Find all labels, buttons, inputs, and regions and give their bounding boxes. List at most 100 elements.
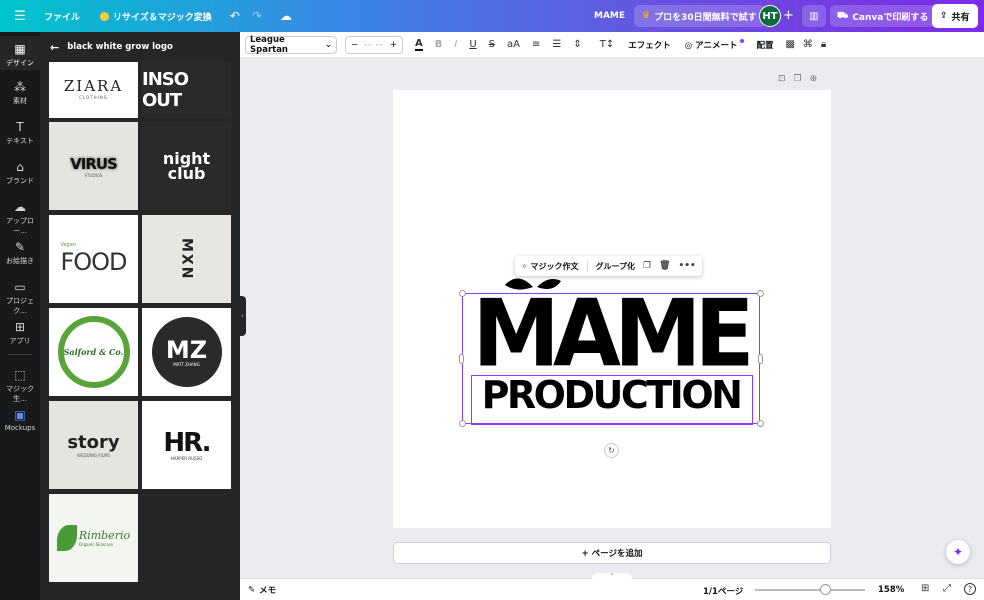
resize-magic-button[interactable]: リサイズ＆マジック変換 bbox=[100, 10, 212, 23]
upload-icon: ☁ bbox=[14, 200, 26, 214]
tile-title: HR. bbox=[163, 427, 211, 458]
left-rail: ▦ デザイン ⁂ 素材 T テキスト ⌂ ブランド ☁ アップロー... ✎ お… bbox=[0, 32, 40, 600]
avatar[interactable]: HT bbox=[759, 5, 781, 27]
rail-item-projects[interactable]: ▭ プロジェク... bbox=[0, 280, 40, 316]
size-decrease-button[interactable]: − bbox=[351, 40, 358, 50]
template-tile[interactable]: Vegan FOOD bbox=[49, 215, 138, 303]
magic-write-button[interactable]: ✧ マジック作文 bbox=[521, 261, 579, 272]
zoom-slider[interactable] bbox=[755, 589, 865, 591]
resize-handle[interactable] bbox=[459, 290, 466, 297]
position-button[interactable]: 配置 bbox=[756, 39, 773, 51]
template-tile[interactable]: VIRUS STUDIOS bbox=[49, 122, 138, 210]
case-icon[interactable]: aA bbox=[507, 39, 520, 50]
tile-subtitle: STUDIOS bbox=[84, 172, 103, 178]
panel-header: ← black white grow logo bbox=[40, 32, 240, 62]
more-icon[interactable]: ••• bbox=[679, 261, 696, 271]
rail-item-elements[interactable]: ⁂ 素材 bbox=[0, 80, 40, 106]
rail-item-design[interactable]: ▦ デザイン bbox=[0, 36, 40, 70]
trial-label: プロを30日間無料で試す bbox=[654, 12, 757, 23]
align-icon[interactable]: ≡ bbox=[532, 39, 540, 50]
notes-button[interactable]: ✎ メモ bbox=[248, 584, 276, 596]
rail-label: テキスト bbox=[6, 137, 34, 145]
context-toolbar: ✧ マジック作文 グループ化 ❐ 🗑︎ ••• bbox=[515, 256, 702, 276]
lock-icon[interactable]: 🔒︎ bbox=[821, 39, 826, 50]
size-increase-button[interactable]: + bbox=[390, 40, 397, 50]
show-pages-handle[interactable]: ⌃ bbox=[592, 573, 632, 581]
logo-title[interactable]: MAME bbox=[472, 287, 754, 379]
rail-item-apps[interactable]: ⊞ アプリ bbox=[0, 320, 40, 346]
logo-subtitle[interactable]: PRODUCTION bbox=[472, 376, 750, 414]
font-size-stepper[interactable]: − -- -- + bbox=[345, 35, 403, 54]
page-indicator[interactable]: 1/1ページ bbox=[703, 585, 743, 597]
template-tile[interactable]: MZ MATT ZHANG bbox=[142, 308, 231, 396]
share-button[interactable]: ⇪ 共有 bbox=[932, 4, 978, 28]
template-tile[interactable]: HR. HARPER RUSSO bbox=[142, 401, 231, 489]
resize-handle[interactable] bbox=[758, 354, 763, 364]
print-button[interactable]: ⛟ Canvaで印刷する bbox=[830, 5, 936, 27]
transparency-icon[interactable]: ▩ bbox=[785, 39, 794, 50]
resize-handle[interactable] bbox=[757, 290, 764, 297]
zoom-slider-thumb[interactable] bbox=[820, 584, 832, 595]
italic-icon[interactable]: I bbox=[454, 39, 457, 50]
add-page-button[interactable]: + ページを追加 bbox=[393, 542, 831, 564]
resize-label: リサイズ＆マジック変換 bbox=[113, 12, 212, 23]
rail-item-draw[interactable]: ✎ お絵描き bbox=[0, 240, 40, 266]
animate-icon: ◎ bbox=[684, 40, 693, 51]
template-tile[interactable]: INSO OUT bbox=[142, 62, 231, 118]
template-tile[interactable]: ZIARA CLOTHING bbox=[49, 62, 138, 118]
rail-item-text[interactable]: T テキスト bbox=[0, 120, 40, 146]
collapse-panel-handle[interactable]: ‹ bbox=[239, 296, 246, 336]
back-arrow-icon[interactable]: ← bbox=[50, 41, 59, 54]
rail-item-brand[interactable]: ⌂ ブランド bbox=[0, 160, 40, 186]
font-size-value[interactable]: -- -- bbox=[364, 40, 384, 50]
group-button[interactable]: グループ化 bbox=[596, 261, 636, 272]
duplicate-icon[interactable]: ❐ bbox=[643, 261, 651, 271]
magic-media-icon: ⬚ bbox=[14, 368, 26, 382]
new-badge bbox=[740, 38, 745, 43]
help-icon[interactable]: ? bbox=[964, 583, 976, 595]
file-menu[interactable]: ファイル bbox=[44, 10, 80, 23]
undo-icon[interactable]: ↶ bbox=[230, 9, 240, 23]
rail-item-mockups[interactable]: ▣ Mockups bbox=[0, 408, 40, 432]
font-family-select[interactable]: League Spartan ⌄ bbox=[245, 35, 337, 55]
text-icon: T bbox=[16, 120, 24, 134]
resize-handle[interactable] bbox=[459, 354, 464, 364]
rail-item-uploads[interactable]: ☁ アップロー... bbox=[0, 200, 40, 236]
duplicate-page-icon[interactable]: ❐ bbox=[794, 74, 802, 84]
document-title[interactable]: MAME bbox=[594, 11, 625, 21]
trash-icon[interactable]: 🗑︎ bbox=[659, 261, 670, 271]
list-icon[interactable]: ☰ bbox=[552, 39, 561, 50]
resize-handle[interactable] bbox=[757, 420, 764, 427]
redo-icon[interactable]: ↷ bbox=[252, 9, 262, 23]
magic-write-label: マジック作文 bbox=[530, 261, 579, 271]
fullscreen-icon[interactable]: ⤢ bbox=[943, 583, 951, 594]
text-color-icon[interactable]: A bbox=[415, 38, 423, 51]
template-tile[interactable]: story WEDDING FILMS bbox=[49, 401, 138, 489]
rotate-icon[interactable]: ↻ bbox=[604, 443, 619, 458]
rail-item-magic-media[interactable]: ⬚ マジック生... bbox=[0, 368, 40, 404]
bold-icon[interactable]: B bbox=[435, 39, 443, 50]
hamburger-icon[interactable]: ☰ bbox=[0, 9, 40, 24]
insights-icon[interactable]: ▥ bbox=[802, 5, 826, 27]
add-collaborator-icon[interactable]: + bbox=[783, 8, 794, 23]
resize-handle[interactable] bbox=[459, 420, 466, 427]
add-page-icon[interactable]: ⊕ bbox=[810, 74, 818, 84]
effects-button[interactable]: エフェクト bbox=[628, 39, 671, 51]
strikethrough-icon[interactable]: S bbox=[489, 39, 495, 50]
animate-button[interactable]: ◎ アニメート bbox=[684, 38, 745, 51]
template-tile[interactable]: night club bbox=[142, 122, 231, 210]
paint-format-icon[interactable]: ⌘ bbox=[803, 39, 813, 50]
cloud-save-icon[interactable]: ☁ bbox=[280, 9, 292, 23]
spacing-icon[interactable]: ⇕ bbox=[573, 39, 581, 50]
pro-trial-button[interactable]: ♛ プロを30日間無料で試す bbox=[634, 5, 765, 27]
tile-title: MZ bbox=[165, 335, 208, 364]
template-tile[interactable]: Rimberio Organic Skincare bbox=[49, 494, 138, 582]
magic-assistant-icon[interactable]: ✦ bbox=[946, 540, 970, 564]
underline-icon[interactable]: U bbox=[469, 39, 476, 50]
zoom-value[interactable]: 158% bbox=[878, 585, 904, 595]
lock-page-icon[interactable]: ⊡ bbox=[778, 74, 786, 84]
grid-view-icon[interactable]: ⊞ bbox=[921, 583, 929, 594]
template-tile[interactable]: MXN bbox=[142, 215, 231, 303]
template-tile[interactable]: Salford & Co. bbox=[49, 308, 138, 396]
vertical-text-icon[interactable]: T↕ bbox=[600, 39, 615, 50]
